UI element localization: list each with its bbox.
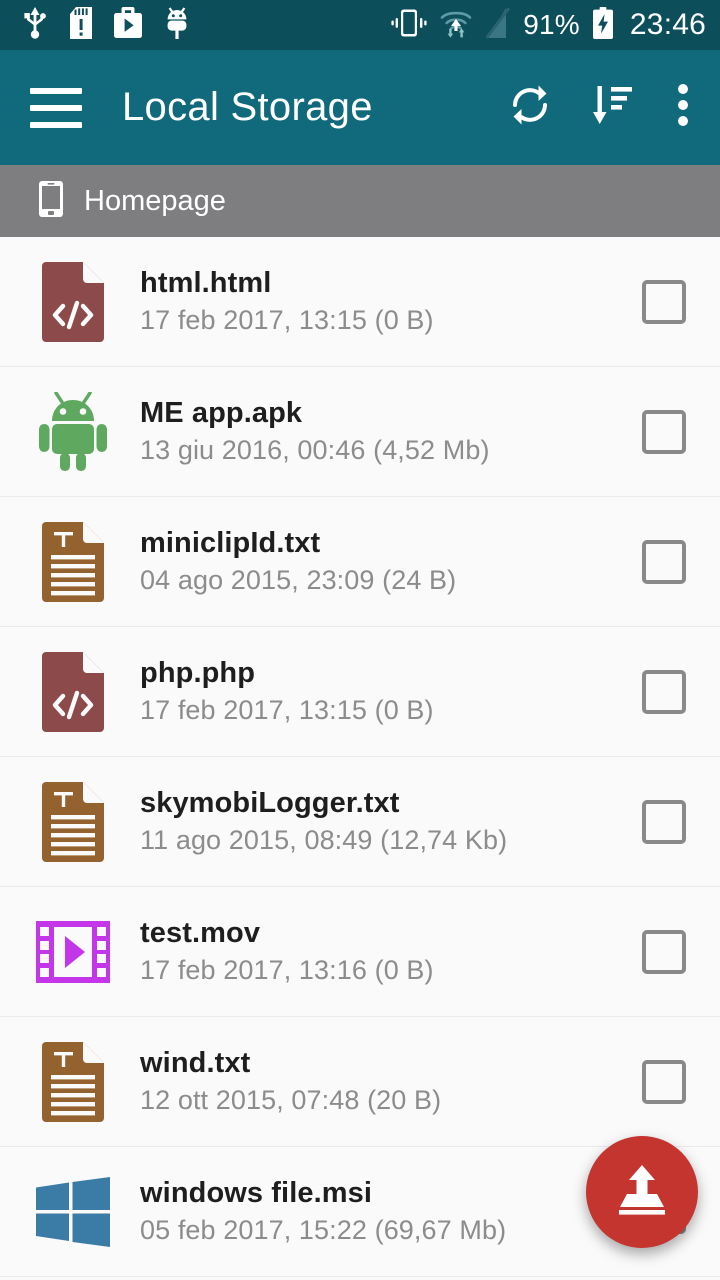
- clock: 23:46: [629, 8, 706, 41]
- file-text-block: wind.txt 12 ott 2015, 07:48 (20 B): [140, 1047, 628, 1116]
- file-text-block: html.html 17 feb 2017, 13:15 (0 B): [140, 267, 628, 336]
- file-name: skymobiLogger.txt: [140, 787, 400, 819]
- code-file-icon: [36, 260, 110, 344]
- file-name: wind.txt: [140, 1047, 251, 1079]
- file-text-block: test.mov 17 feb 2017, 13:16 (0 B): [140, 917, 628, 986]
- toolbar-actions: [504, 82, 698, 134]
- file-text-block: php.php 17 feb 2017, 13:15 (0 B): [140, 657, 628, 726]
- file-name: miniclipId.txt: [140, 527, 321, 559]
- refresh-icon: [507, 82, 553, 133]
- refresh-button[interactable]: [504, 82, 556, 134]
- signal-off-icon: [485, 6, 511, 44]
- file-row[interactable]: test.mov 17 feb 2017, 13:16 (0 B): [0, 887, 720, 1017]
- file-name: html.html: [140, 267, 272, 299]
- file-checkbox[interactable]: [642, 1059, 686, 1104]
- file-name: ME app.apk: [140, 397, 303, 429]
- sort-descending-icon: [590, 82, 634, 133]
- code-file-icon: [36, 650, 110, 734]
- status-bar-left-icons: [22, 6, 190, 44]
- file-checkbox[interactable]: [642, 409, 686, 454]
- file-name: test.mov: [140, 917, 261, 949]
- file-checkbox[interactable]: [642, 799, 686, 844]
- text-file-icon: [36, 780, 110, 864]
- sd-card-alert-icon: [70, 6, 92, 44]
- file-meta: 12 ott 2015, 07:48 (20 B): [140, 1085, 442, 1115]
- file-meta: 13 giu 2016, 00:46 (4,52 Mb): [140, 435, 490, 465]
- breadcrumb-label: Homepage: [84, 184, 226, 217]
- battery-charging-icon: [592, 6, 614, 44]
- video-file-icon: [36, 910, 110, 994]
- file-meta: 17 feb 2017, 13:15 (0 B): [140, 695, 434, 725]
- file-meta: 17 feb 2017, 13:16 (0 B): [140, 955, 434, 985]
- status-bar: 91% 23:46: [0, 0, 720, 50]
- file-name: php.php: [140, 657, 256, 689]
- file-meta: 05 feb 2017, 15:22 (69,67 Mb): [140, 1215, 507, 1245]
- file-name: windows file.msi: [140, 1177, 373, 1209]
- windows-file-icon: [36, 1170, 110, 1254]
- file-text-block: skymobiLogger.txt 11 ago 2015, 08:49 (12,…: [140, 787, 628, 856]
- file-row[interactable]: wind.txt 12 ott 2015, 07:48 (20 B): [0, 1017, 720, 1147]
- file-checkbox[interactable]: [642, 279, 686, 324]
- upload-fab-button[interactable]: [586, 1136, 698, 1248]
- file-row[interactable]: skymobiLogger.txt 11 ago 2015, 08:49 (12,…: [0, 757, 720, 887]
- upload-icon: [613, 1163, 671, 1222]
- breadcrumb[interactable]: Homepage: [0, 165, 720, 237]
- file-checkbox[interactable]: [642, 929, 686, 974]
- android-debug-icon: [164, 6, 190, 44]
- battery-percentage: 91%: [523, 9, 580, 40]
- android-apk-icon: [36, 390, 110, 474]
- file-checkbox[interactable]: [642, 669, 686, 714]
- play-store-icon: [114, 7, 142, 43]
- file-text-block: windows file.msi 05 feb 2017, 15:22 (69,6…: [140, 1177, 628, 1246]
- text-file-icon: [36, 520, 110, 604]
- status-bar-right-icons: 91% 23:46: [391, 6, 706, 44]
- file-meta: 04 ago 2015, 23:09 (24 B): [140, 565, 457, 595]
- phone-icon: [38, 180, 64, 223]
- file-text-block: ME app.apk 13 giu 2016, 00:46 (4,52 Mb): [140, 397, 628, 466]
- file-row[interactable]: php.php 17 feb 2017, 13:15 (0 B): [0, 627, 720, 757]
- file-checkbox[interactable]: [642, 539, 686, 584]
- usb-icon: [22, 6, 48, 44]
- file-row[interactable]: html.html 17 feb 2017, 13:15 (0 B): [0, 237, 720, 367]
- file-manager-screen: 91% 23:46 Local Storage Homepage html.ht…: [0, 0, 720, 1280]
- file-text-block: miniclipId.txt 04 ago 2015, 23:09 (24 B): [140, 527, 628, 596]
- file-meta: 11 ago 2015, 08:49 (12,74 Kb): [140, 825, 508, 855]
- sort-button[interactable]: [586, 82, 638, 134]
- wifi-transfer-icon: [439, 8, 473, 43]
- text-file-icon: [36, 1040, 110, 1124]
- hamburger-menu-icon[interactable]: [30, 87, 82, 128]
- overflow-menu-icon: [677, 83, 689, 132]
- file-row[interactable]: miniclipId.txt 04 ago 2015, 23:09 (24 B): [0, 497, 720, 627]
- page-title: Local Storage: [122, 85, 373, 129]
- file-row[interactable]: ME app.apk 13 giu 2016, 00:46 (4,52 Mb): [0, 367, 720, 497]
- file-list: html.html 17 feb 2017, 13:15 (0 B) ME app.…: [0, 237, 720, 1277]
- vibrate-icon: [391, 8, 427, 43]
- overflow-menu-button[interactable]: [668, 82, 698, 134]
- file-meta: 17 feb 2017, 13:15 (0 B): [140, 305, 434, 335]
- app-toolbar: Local Storage: [0, 50, 720, 165]
